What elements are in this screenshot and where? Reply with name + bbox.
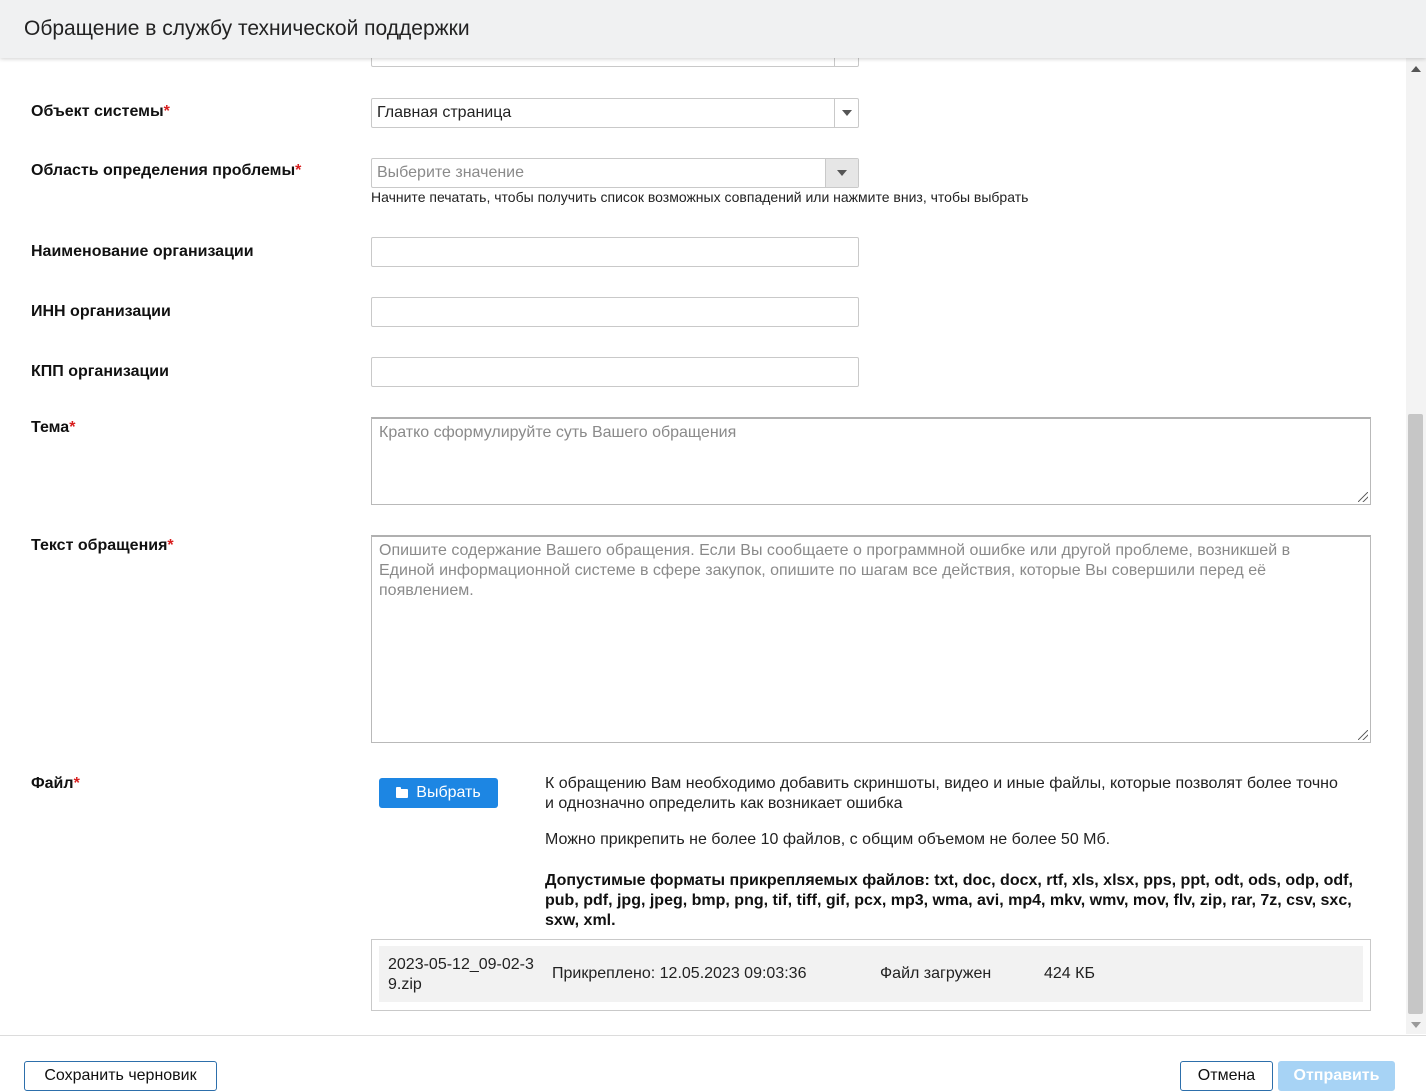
area-hint: Начните печатать, чтобы получить список … [371,189,1029,205]
area-placeholder: Выберите значение [377,164,525,181]
chevron-down-icon[interactable] [834,99,858,127]
resize-handle-icon[interactable] [1358,492,1368,502]
attached-file-size: 424 КБ [1044,965,1095,982]
topic-placeholder: Кратко сформулируйте суть Вашего обращен… [379,424,737,441]
save-draft-button[interactable]: Сохранить черновик [24,1061,217,1091]
attached-files-list: 2023-05-12_09-02-3 9.zip Прикреплено: 12… [371,939,1371,1011]
text-placeholder: Опишите содержание Вашего обращения. Есл… [379,542,1291,599]
kpp-label: КПП организации [31,363,169,380]
folder-icon [396,786,409,798]
attached-file-row: 2023-05-12_09-02-3 9.zip Прикреплено: 12… [379,946,1363,1002]
object-select[interactable]: Главная страница [371,98,859,128]
area-combobox[interactable]: Выберите значение [371,158,859,188]
text-label: Текст обращения* [31,537,174,554]
area-label: Область определения проблемы* [31,162,302,179]
file-limit-text: Можно прикрепить не более 10 файлов, с о… [545,831,1111,848]
org-name-input[interactable] [371,237,859,267]
inn-input[interactable] [371,297,859,327]
resize-handle-icon[interactable] [1358,730,1368,740]
choose-file-button[interactable]: Выбрать [379,778,498,808]
chevron-down-icon[interactable] [825,159,858,187]
attached-file-status: Файл загружен [880,965,992,982]
choose-file-label: Выбрать [416,784,481,801]
scroll-up-icon[interactable] [1411,66,1421,72]
cancel-button[interactable]: Отмена [1180,1061,1273,1091]
org-name-label: Наименование организации [31,243,254,260]
footer-divider [0,1035,1426,1036]
dialog-header: Обращение в службу технической поддержки [0,0,1426,58]
kpp-input[interactable] [371,357,859,387]
topic-textarea[interactable]: Кратко сформулируйте суть Вашего обращен… [371,417,1371,505]
inn-label: ИНН организации [31,303,171,320]
file-label: Файл* [31,775,80,792]
object-value: Главная страница [377,104,512,121]
dialog-title: Обращение в службу технической поддержки [24,17,470,40]
submit-button[interactable]: Отправить [1278,1061,1395,1091]
object-label: Объект системы* [31,103,170,120]
text-textarea[interactable]: Опишите содержание Вашего обращения. Есл… [371,535,1371,743]
topic-label: Тема* [31,419,76,436]
file-info-text: К обращению Вам необходимо добавить скри… [545,775,1338,812]
attached-file-name[interactable]: 2023-05-12_09-02-3 9.zip [388,955,534,995]
scrollbar-thumb[interactable] [1408,414,1423,1014]
attached-file-date: Прикреплено: 12.05.2023 09:03:36 [552,965,807,982]
scrollbar[interactable] [1406,58,1426,1034]
scroll-down-icon[interactable] [1411,1022,1421,1028]
file-formats-text: Допустимые форматы прикрепляемых файлов:… [545,872,1353,929]
